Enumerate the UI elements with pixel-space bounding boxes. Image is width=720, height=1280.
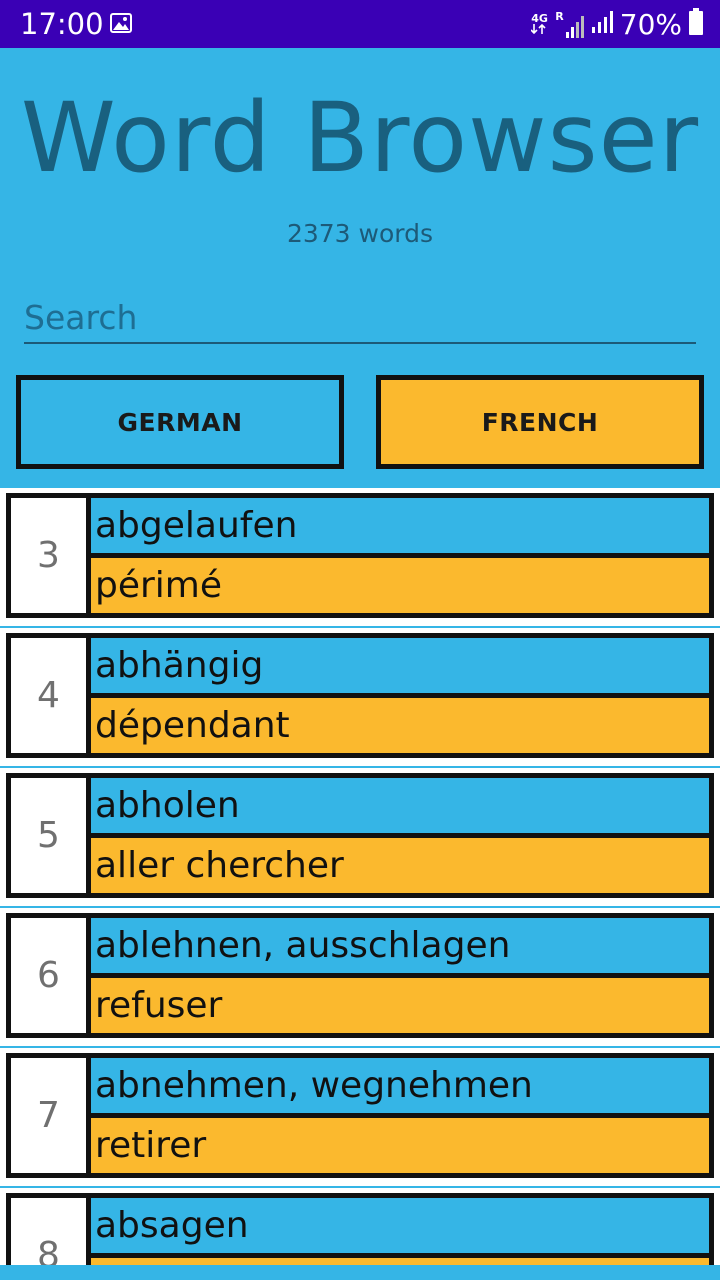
french-button[interactable]: FRENCH bbox=[376, 375, 704, 469]
french-word: refuser bbox=[91, 978, 709, 1033]
french-word: périmé bbox=[91, 558, 709, 613]
french-word: retirer bbox=[91, 1118, 709, 1173]
word-card: 4 abhängig dépendant bbox=[6, 633, 714, 758]
german-word: abhängig bbox=[91, 638, 709, 693]
status-bar: 17:00 4G R 70% bbox=[0, 0, 720, 48]
entry-number: 5 bbox=[11, 778, 86, 893]
signal-icon bbox=[591, 11, 614, 37]
german-button[interactable]: GERMAN bbox=[16, 375, 344, 469]
german-word: abholen bbox=[91, 778, 709, 833]
list-item[interactable]: 7 abnehmen, wegnehmen retirer bbox=[0, 1048, 720, 1188]
german-word: abgelaufen bbox=[91, 498, 709, 553]
word-card: 3 abgelaufen périmé bbox=[6, 493, 714, 618]
word-count: 2373 words bbox=[286, 219, 434, 248]
status-right: 4G R 70% bbox=[530, 7, 704, 41]
entry-number: 7 bbox=[11, 1058, 86, 1173]
german-word: abnehmen, wegnehmen bbox=[91, 1058, 709, 1113]
list-item[interactable]: 5 abholen aller chercher bbox=[0, 768, 720, 908]
app-title: Word Browser bbox=[20, 82, 700, 194]
french-word: aller chercher bbox=[91, 838, 709, 893]
list-item[interactable]: 3 abgelaufen périmé bbox=[0, 488, 720, 628]
network-4g-icon: 4G bbox=[530, 13, 549, 36]
german-word: absagen bbox=[91, 1198, 709, 1253]
search-input[interactable] bbox=[24, 292, 696, 344]
word-list[interactable]: 3 abgelaufen périmé 4 abhängig dépendant… bbox=[0, 488, 720, 1280]
gallery-notification-icon bbox=[110, 13, 132, 33]
french-word: dépendant bbox=[91, 698, 709, 753]
signal-roaming-icon: R bbox=[555, 10, 585, 38]
battery-percent: 70% bbox=[619, 7, 682, 41]
entry-number: 3 bbox=[11, 498, 86, 613]
status-time: 17:00 bbox=[20, 7, 104, 41]
entry-number: 6 bbox=[11, 918, 86, 1033]
list-item[interactable]: 4 abhängig dépendant bbox=[0, 628, 720, 768]
list-item[interactable]: 6 ablehnen, ausschlagen refuser bbox=[0, 908, 720, 1048]
german-word: ablehnen, ausschlagen bbox=[91, 918, 709, 973]
word-card: 5 abholen aller chercher bbox=[6, 773, 714, 898]
bottom-strip bbox=[0, 1265, 720, 1280]
entry-number: 4 bbox=[11, 638, 86, 753]
word-card: 7 abnehmen, wegnehmen retirer bbox=[6, 1053, 714, 1178]
battery-icon bbox=[688, 8, 704, 40]
word-card: 6 ablehnen, ausschlagen refuser bbox=[6, 913, 714, 1038]
